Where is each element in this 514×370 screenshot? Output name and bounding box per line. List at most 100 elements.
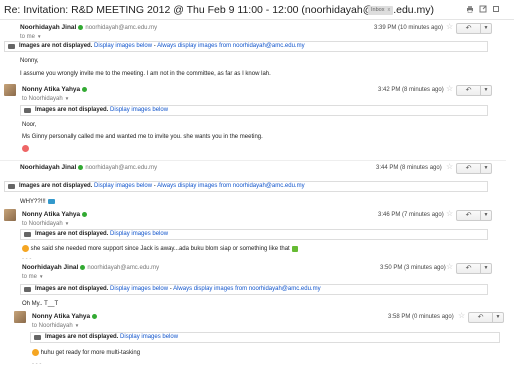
message-body-line: huhu get ready for more multi-tasking <box>32 349 140 357</box>
inbox-label[interactable]: Inbox x <box>368 6 394 15</box>
star-icon[interactable]: ☆ <box>446 23 453 31</box>
reply-button-group: ↶ ▼ <box>456 210 492 221</box>
thread-toolbar <box>466 5 500 13</box>
message-body-line: she said she needed more support since J… <box>22 245 298 253</box>
recipient-line[interactable]: to Noorhidayah ▼ <box>22 221 69 227</box>
recipient-line[interactable]: to Noorhidayah ▼ <box>22 96 69 102</box>
reply-button[interactable]: ↶ <box>457 24 481 33</box>
sender-label: Nonny Atika Yahya <box>22 211 81 218</box>
message-text: WHY??!!! <box>20 199 46 205</box>
display-images-link[interactable]: Display images below <box>94 183 152 189</box>
more-options-button[interactable]: ▼ <box>481 86 491 95</box>
star-icon[interactable]: ☆ <box>446 210 453 218</box>
chevron-down-icon[interactable]: ▼ <box>39 274 43 279</box>
images-blocked-label: Images are not displayed. <box>35 231 109 237</box>
message-body-line: WHY??!!! <box>20 198 55 206</box>
quoted-text-toggle[interactable]: - - - <box>32 361 41 367</box>
star-icon[interactable]: ☆ <box>458 312 465 320</box>
sender-name[interactable]: Nonny Atika Yahya <box>22 211 88 218</box>
images-blocked-bar: Images are not displayed. Display images… <box>20 105 488 116</box>
reply-button[interactable]: ↶ <box>457 164 481 173</box>
image-icon <box>24 232 31 237</box>
reply-button[interactable]: ↶ <box>457 86 481 95</box>
online-status-icon <box>82 211 88 217</box>
chevron-down-icon[interactable]: ▼ <box>65 96 69 101</box>
avatar <box>4 162 16 174</box>
display-images-link[interactable]: Display images below <box>110 231 168 237</box>
image-icon <box>34 335 41 340</box>
emoticon-icon <box>47 198 55 204</box>
images-blocked-bar: Images are not displayed. Display images… <box>4 181 488 192</box>
reply-button-group: ↶ ▼ <box>456 85 492 96</box>
display-images-link[interactable]: Display images below <box>120 334 178 340</box>
always-display-images-link[interactable]: Always display images from noorhidayah@a… <box>173 286 321 292</box>
sender-label: Nonny Atika Yahya <box>22 86 81 93</box>
reply-button[interactable]: ↶ <box>469 313 493 322</box>
images-blocked-label: Images are not displayed. <box>35 286 109 292</box>
sender-email: noorhidayah@amc.edu.my <box>85 165 158 171</box>
avatar <box>4 262 16 274</box>
star-icon[interactable]: ☆ <box>446 85 453 93</box>
message-body-line: Oh My.. T__T <box>22 301 59 307</box>
sender-email: noorhidayah@amc.edu.my <box>85 25 158 31</box>
smiley-icon <box>22 145 29 152</box>
recipient-label: to Noorhidayah <box>22 221 63 227</box>
more-options-button[interactable]: ▼ <box>481 264 491 273</box>
sender-label: Noorhidayah Jinal <box>22 264 79 271</box>
subject-bar: Re: Invitation: R&D MEETING 2012 @ Thu F… <box>0 0 514 20</box>
display-images-link[interactable]: Display images below <box>94 43 152 49</box>
new-window-icon[interactable] <box>479 5 487 13</box>
sender-name[interactable]: Noorhidayah Jinal noorhidayah@amc.edu.my <box>20 164 157 171</box>
images-blocked-bar: Images are not displayed. Display images… <box>20 284 488 295</box>
more-options-button[interactable]: ▼ <box>493 313 503 322</box>
message-time: 3:46 PM (7 minutes ago) <box>378 212 444 218</box>
images-blocked-label: Images are not displayed. <box>19 43 93 49</box>
sender-name[interactable]: Noorhidayah Jinal noorhidayah@amc.edu.my <box>20 24 157 31</box>
image-icon <box>8 184 15 189</box>
print-icon[interactable] <box>466 5 474 13</box>
divider <box>0 160 506 161</box>
message-time: 3:58 PM (0 minutes ago) <box>388 314 454 320</box>
avatar <box>4 22 16 34</box>
avatar <box>14 311 26 323</box>
message-body-line: I assume you wrongly invite me to the me… <box>20 71 271 77</box>
recipient-label: to Noorhidayah <box>22 96 63 102</box>
images-blocked-label: Images are not displayed. <box>35 107 109 113</box>
more-options-button[interactable]: ▼ <box>481 164 491 173</box>
message-time: 3:42 PM (8 minutes ago) <box>378 87 444 93</box>
recipient-line[interactable]: to me ▼ <box>22 274 43 280</box>
chevron-down-icon[interactable]: ▼ <box>65 221 69 226</box>
avatar <box>4 209 16 221</box>
more-options-button[interactable]: ▼ <box>481 24 491 33</box>
always-display-images-link[interactable]: Always display images from noorhidayah@a… <box>157 43 305 49</box>
chevron-down-icon[interactable]: ▼ <box>75 323 79 328</box>
expand-icon[interactable] <box>492 5 500 13</box>
images-blocked-bar: Images are not displayed. Display images… <box>20 229 488 240</box>
smiley-icon <box>22 245 29 252</box>
recipient-line[interactable]: to Noorhidayah ▼ <box>32 323 79 329</box>
message-body-line: Nonny, <box>20 58 39 64</box>
image-icon <box>8 44 15 49</box>
remove-label-icon[interactable]: x <box>387 7 390 13</box>
reply-button[interactable]: ↶ <box>457 264 481 273</box>
reply-button-group: ↶ ▼ <box>468 312 504 323</box>
display-images-link[interactable]: Display images below <box>110 286 168 292</box>
always-display-images-link[interactable]: Always display images from noorhidayah@a… <box>157 183 305 189</box>
star-icon[interactable]: ☆ <box>446 163 453 171</box>
quoted-text-toggle[interactable]: - - - <box>22 256 31 262</box>
sender-name[interactable]: Nonny Atika Yahya <box>22 86 88 93</box>
message-time: 3:39 PM (10 minutes ago) <box>374 25 444 31</box>
sender-name[interactable]: Noorhidayah Jinal noorhidayah@amc.edu.my <box>22 264 159 271</box>
message-time: 3:44 PM (8 minutes ago) <box>376 165 442 171</box>
sender-label: Noorhidayah Jinal <box>20 24 77 31</box>
reply-button[interactable]: ↶ <box>457 211 481 220</box>
chevron-down-icon[interactable]: ▼ <box>37 34 41 39</box>
more-options-button[interactable]: ▼ <box>481 211 491 220</box>
reply-button-group: ↶ ▼ <box>456 23 492 34</box>
star-icon[interactable]: ☆ <box>446 263 453 271</box>
display-images-link[interactable]: Display images below <box>110 107 168 113</box>
sender-name[interactable]: Nonny Atika Yahya <box>32 313 98 320</box>
recipient-line[interactable]: to me ▼ <box>20 34 41 40</box>
message-text: huhu get ready for more multi-tasking <box>40 350 141 357</box>
reply-button-group: ↶ ▼ <box>456 263 492 274</box>
